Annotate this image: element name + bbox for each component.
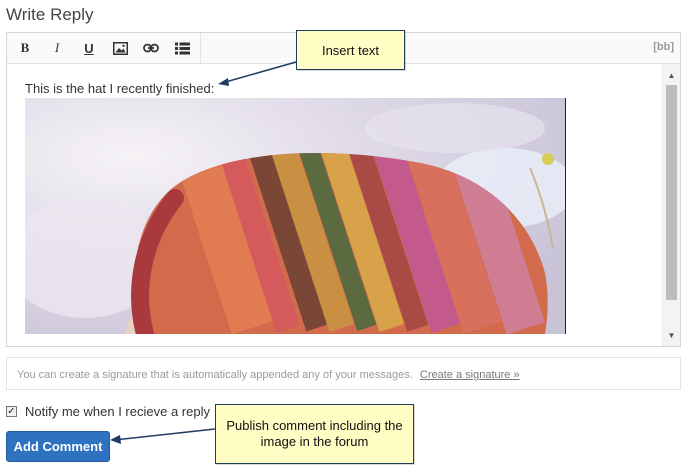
editor-text: This is the hat I recently finished: [25,81,215,96]
signature-message: You can create a signature that is autom… [17,369,413,381]
notify-checkbox[interactable]: ✓ [6,406,17,417]
scroll-up-icon[interactable]: ▲ [663,67,680,83]
notify-option[interactable]: ✓ Notify me when I recieve a reply [6,404,210,419]
bullet-list-button[interactable] [170,37,194,59]
scroll-down-icon[interactable]: ▼ [663,327,680,343]
add-comment-button[interactable]: Add Comment [6,431,110,462]
editor-content[interactable]: This is the hat I recently finished: [7,64,662,346]
create-signature-link[interactable]: Create a signature » [420,369,520,381]
insert-link-button[interactable] [139,37,163,59]
bold-button[interactable]: B [13,37,37,59]
bbcode-toggle[interactable]: [bb] [653,41,674,53]
image-icon [112,41,128,55]
knitted-hat-image [25,98,566,334]
signature-hint: You can create a signature that is autom… [6,357,681,390]
callout-insert-text: Insert text [296,30,405,70]
italic-button[interactable]: I [45,37,69,59]
insert-image-button[interactable] [108,37,132,59]
list-icon [174,42,190,54]
page-title: Write Reply [6,5,94,24]
callout-publish: Publish comment including the image in t… [215,404,414,464]
reply-editor[interactable]: B I U [bb] This is the hat I recently fi… [6,32,681,347]
underline-button[interactable]: U [77,37,101,59]
toolbar-divider [200,33,201,64]
editor-scrollbar[interactable]: ▲ ▼ [662,64,680,346]
link-icon [143,43,159,53]
notify-label: Notify me when I recieve a reply [25,404,210,419]
scroll-thumb[interactable] [666,85,677,300]
